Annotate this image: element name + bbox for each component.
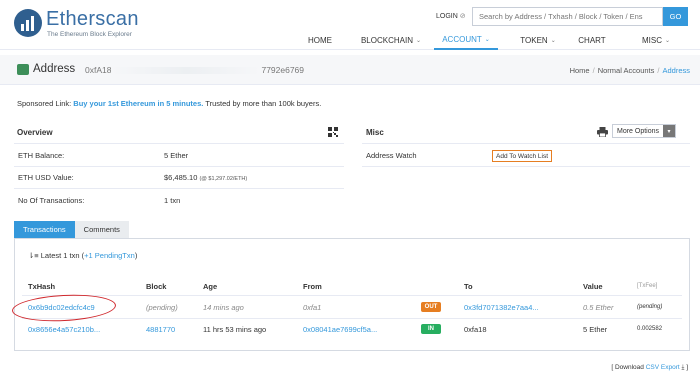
- block-value: (pending): [146, 303, 178, 312]
- txn-count-label: No Of Transactions:: [18, 196, 85, 205]
- block-link[interactable]: 4881770: [146, 325, 175, 334]
- divider: [14, 188, 344, 189]
- divider: [14, 166, 344, 167]
- pending-txn-link[interactable]: +1 PendingTxn: [84, 251, 135, 260]
- chevron-down-icon: ⌄: [550, 37, 556, 44]
- direction-badge: OUT: [421, 302, 441, 312]
- address-hash-start: 0xfA18: [85, 65, 112, 75]
- divider: [14, 143, 344, 144]
- txfee-value: 0.002582: [637, 326, 663, 332]
- breadcrumb-current: Address: [662, 66, 690, 75]
- nav-chart[interactable]: CHART: [570, 30, 614, 50]
- col-age: Age: [203, 282, 218, 291]
- add-to-watch-list-button[interactable]: Add To Watch List: [492, 150, 553, 162]
- address-subheader: Address 0xfA18 7792e6769 Home / Normal Acco…: [0, 55, 700, 85]
- chevron-down-icon: ⌄: [664, 37, 671, 44]
- overview-title: Overview: [17, 128, 53, 137]
- col-txhash: TxHash: [28, 282, 56, 291]
- nav-misc[interactable]: MISC ⌄: [630, 30, 682, 50]
- more-options-dropdown[interactable]: More Options ▾: [612, 124, 676, 138]
- search-input[interactable]: [472, 7, 663, 26]
- address-hash-end: 7792e6769: [261, 65, 305, 75]
- divider: [22, 295, 682, 296]
- search-bar: GO: [472, 7, 688, 26]
- eth-balance-value: 5 Ether: [164, 151, 189, 160]
- nav-blockchain[interactable]: BLOCKCHAIN ⌄: [356, 30, 426, 50]
- breadcrumb: Home / Normal Accounts / Address: [569, 66, 690, 75]
- brand-name[interactable]: Etherscan: [46, 8, 139, 31]
- divider: [22, 318, 682, 319]
- col-to: To: [464, 282, 473, 291]
- eth-balance-label: ETH Balance:: [18, 151, 65, 160]
- sponsored-link-row: Sponsored Link: Buy your 1st Ethereum in…: [17, 99, 321, 108]
- divider: [362, 166, 690, 167]
- tab-transactions[interactable]: Transactions: [14, 221, 75, 238]
- age-value: 11 hrs 53 mins ago: [203, 325, 267, 334]
- content-tabs: Transactions Comments: [14, 221, 129, 238]
- address-qr-icon: [17, 64, 29, 75]
- direction-badge: IN: [421, 324, 441, 334]
- txhash-link[interactable]: 0x8656e4a57c210b...: [28, 325, 100, 334]
- top-header: Etherscan The Ethereum Block Explorer LO…: [0, 0, 700, 50]
- nav-misc-label: MISC: [641, 35, 662, 45]
- nav-chart-label: CHART: [578, 35, 606, 45]
- to-address-link[interactable]: 0x3fd7071382e7aa4...: [464, 303, 539, 312]
- col-value: Value: [583, 282, 603, 291]
- txfee-value: (pending): [637, 304, 663, 310]
- col-block: Block: [146, 282, 167, 291]
- divider: [362, 143, 690, 144]
- nav-account-label: ACCOUNT: [442, 34, 482, 44]
- eth-usd-label: ETH USD Value:: [18, 173, 74, 182]
- print-icon[interactable]: [597, 127, 608, 137]
- redacted-block: [111, 67, 262, 75]
- chevron-down-icon: ⌄: [484, 36, 490, 43]
- address-watch-label: Address Watch: [366, 151, 417, 160]
- nav-account[interactable]: ACCOUNT ⌄: [434, 30, 498, 50]
- value-amount: 0.5 Ether: [583, 303, 614, 312]
- latest-txn-summary: ⇂≡ Latest 1 txn (+1 PendingTxn): [28, 251, 138, 260]
- col-txfee: [TxFee]: [637, 283, 658, 289]
- nav-home-label: HOME: [308, 35, 332, 45]
- from-address[interactable]: 0xfa1: [303, 303, 321, 312]
- sponsored-link[interactable]: Buy your 1st Ethereum in 5 minutes.: [73, 99, 203, 108]
- csv-export: [ Download CSV Export ⤓ ]: [611, 364, 688, 372]
- main-nav: HOME BLOCKCHAIN ⌄ ACCOUNT ⌄ TOKEN ⌄ CHART M…: [0, 30, 700, 50]
- more-options-label: More Options: [617, 127, 660, 135]
- page-title: Address: [33, 63, 76, 75]
- nav-token[interactable]: TOKEN ⌄: [510, 30, 566, 50]
- csv-export-link[interactable]: CSV Export: [646, 364, 680, 371]
- qr-code-icon[interactable]: [328, 127, 338, 137]
- to-address: 0xfa18: [464, 325, 487, 334]
- csv-suffix: ]: [686, 364, 688, 371]
- nav-blockchain-label: BLOCKCHAIN: [360, 35, 413, 45]
- age-value: 14 mins ago: [203, 303, 244, 312]
- sponsored-text: Trusted by more than 100k buyers.: [205, 99, 322, 108]
- chevron-down-icon: ▾: [663, 125, 675, 137]
- download-icon: ⤓: [681, 364, 685, 371]
- sort-icon: ⇂≡: [28, 251, 39, 260]
- search-go-button[interactable]: GO: [663, 7, 688, 26]
- txn-count-value: 1 txn: [164, 196, 181, 205]
- login-icon: ⊘: [459, 13, 466, 20]
- sponsored-label: Sponsored Link:: [17, 99, 72, 108]
- from-address-link[interactable]: 0x08041ae7699cf5a...: [303, 325, 377, 334]
- address-hash: 0xfA18 7792e6769: [85, 65, 304, 75]
- latest-text: Latest 1 txn: [40, 251, 80, 260]
- nav-token-label: TOKEN: [520, 35, 548, 45]
- eth-price: (@ $1,297.02/ETH): [199, 176, 248, 182]
- breadcrumb-normal-accounts[interactable]: Normal Accounts: [598, 66, 655, 75]
- chevron-down-icon: ⌄: [415, 37, 422, 44]
- nav-home[interactable]: HOME: [296, 30, 344, 50]
- breadcrumb-home[interactable]: Home: [570, 66, 590, 75]
- login-link[interactable]: LOGIN ⊘: [436, 12, 466, 20]
- misc-title: Misc: [366, 128, 384, 137]
- value-amount: 5 Ether: [583, 325, 608, 334]
- eth-usd-value: $6,485.10 (@ $1,297.02/ETH): [164, 173, 247, 182]
- login-label: LOGIN: [436, 13, 458, 20]
- col-from: From: [303, 282, 322, 291]
- tab-comments[interactable]: Comments: [74, 221, 129, 238]
- csv-prefix: [ Download: [611, 364, 644, 371]
- eth-usd-amount: $6,485.10: [164, 173, 198, 182]
